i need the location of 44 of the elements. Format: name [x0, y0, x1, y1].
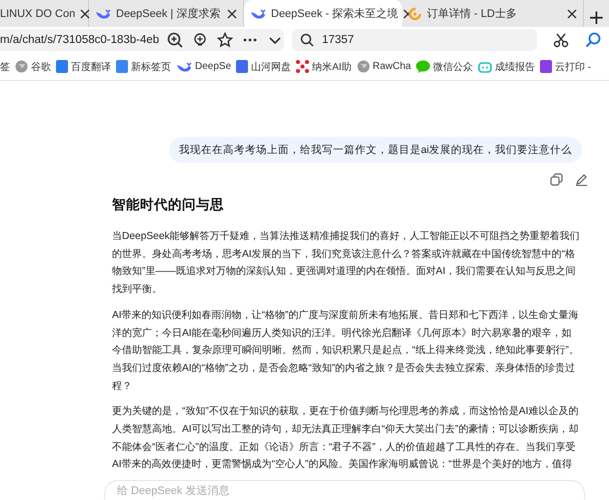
address-bar[interactable]: m/a/chat/s/731058c0-183b-4eb [0, 29, 284, 51]
search-icon[interactable] [585, 32, 601, 48]
search-field[interactable]: 17357 [292, 29, 537, 51]
tab-title: DeepSeek | 深度求索 [116, 6, 222, 21]
user-message: 我现在在高考考场上面，给我写一篇作文，题目是ai发展的现在，我们要注意什么 [168, 137, 582, 163]
nodes-icon [296, 60, 310, 73]
bookmark-link[interactable]: 纳米AI助 [312, 60, 352, 74]
close-icon[interactable] [567, 8, 577, 18]
tab-title: LINUX DO Con [0, 8, 76, 20]
answer-paragraph: AI带来的知识便利如春雨润物，让“格物”的广度与深度前所未有地拓展。昔日郑和七下西洋，以生命丈量海洋的宽广；今日AI能在毫秒间遍历人类知识的汪洋。明代徐光启翻译《几何原本》时六易寒暑的艰辛，如今借助智能工具，复杂原理可瞬间明晰。然而，知识积累只是起点，“纸上得来终觉浅，绝知此事要躬行”。当我们过度依赖AI的“格物”之功，是否会忽略“致知”的内省之旅？是否会失去独立探索、亲身体悟的珍贵过程？ [112, 308, 580, 394]
star-icon[interactable] [217, 32, 234, 48]
scissors-icon[interactable] [553, 32, 569, 48]
answer-paragraph: 当DeepSeek能够解答万千疑难，当算法推送精准捕捉我们的喜好，人工智能正以不可阻挡之势重塑着我们的世界。身处高考考场，思考AI发展的当下，我们究竟该注意什么？答案或许就藏在中国传统智慧中的“格物致知”里——既追求对万物的深刻认知，更强调对道理的内在领悟。面对AI，我们需要在认知与反思之间找到平衡。 [112, 230, 580, 298]
message-input[interactable]: 给 DeepSeek 发送消息 [104, 480, 585, 500]
bookmark-link[interactable]: 百度翻译 [71, 60, 111, 74]
bookmark-link[interactable]: 签 [0, 60, 10, 74]
bookmark-link[interactable]: 山河网盘 [251, 60, 292, 74]
robot-icon [478, 60, 492, 73]
bookmark-link[interactable]: 成绩报告 [494, 60, 535, 74]
whale-icon [176, 60, 192, 74]
tab-title: 订单详情 - LD士多 [427, 7, 518, 21]
whale-icon [250, 6, 266, 20]
bookmark-link[interactable]: 新标签页 [131, 60, 171, 74]
copy-icon[interactable] [550, 173, 563, 186]
globe-icon [356, 60, 370, 73]
close-icon[interactable] [227, 8, 237, 18]
pencil-icon[interactable] [575, 173, 588, 186]
bookmark-link[interactable]: 微信公众 [432, 60, 473, 74]
whale-icon [95, 6, 111, 20]
answer-paragraph: 更为关键的是，“致知”不仅在于知识的获取，更在于价值判断与伦理思考的养成，而这恰恰是AI难以企及的人类智慧高地。AI可以写出工整的诗句，却无法真正理解李白“仰天大笑出门去”的豪情；可以诊断疾病，却不能体会“医者仁心”的温度。正如《论语》所言：“君子不器”，人的价值超越了工具性的存在。当我们享受AI带来的高效便捷时，更需警惕成为“空心人”的风险。美国作家海明威曾说：“世界是个美好的地方，值得 [112, 404, 580, 472]
url-text: m/a/chat/s/731058c0-183b-4eb [0, 34, 160, 46]
zoom-icon[interactable] [167, 32, 184, 48]
tab-title: DeepSeek - 探索未至之境 [271, 6, 398, 21]
ring-icon [408, 6, 422, 20]
new-tab-button[interactable]: + [584, 7, 609, 27]
bookmark-link[interactable]: RawCha [372, 61, 411, 72]
lightbulb-icon[interactable] [192, 32, 208, 48]
bookmark-link[interactable]: 云打印 - [554, 60, 592, 74]
close-icon[interactable] [80, 8, 90, 18]
globe-icon [15, 60, 28, 73]
answer-title: 智能时代的问与思 [112, 196, 225, 214]
bookmark-link[interactable]: 谷歌 [31, 60, 51, 74]
chat-bubble-icon [416, 60, 430, 73]
bookmark-link[interactable]: DeepSe [195, 61, 232, 72]
